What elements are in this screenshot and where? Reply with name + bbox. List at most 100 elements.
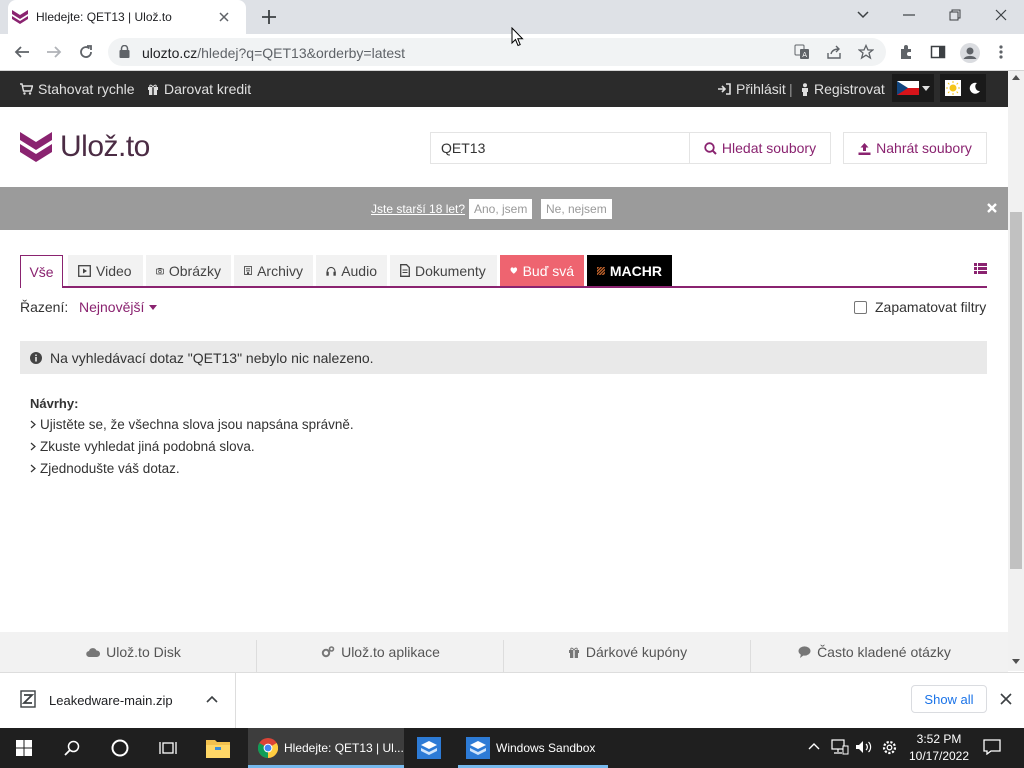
- taskbar-search-icon[interactable]: [48, 728, 96, 768]
- tab-archives[interactable]: Archivy: [234, 255, 313, 286]
- footer-link-coupons[interactable]: Dárkové kupóny: [504, 632, 751, 672]
- chevron-right-icon: [30, 420, 36, 429]
- age-yes-button[interactable]: Ano, jsem: [469, 199, 533, 219]
- topbar-separator: |: [789, 81, 793, 97]
- windows-start-icon[interactable]: [0, 728, 48, 768]
- chevron-right-icon: [30, 442, 36, 451]
- fast-download-link[interactable]: Stahovat rychle: [20, 81, 135, 97]
- remember-filters-checkbox[interactable]: [854, 300, 867, 314]
- user-icon: [802, 82, 808, 96]
- sort-value: Nejnovější: [79, 299, 145, 315]
- tab-archives-label: Archivy: [257, 262, 303, 279]
- translate-icon[interactable]: A: [794, 44, 810, 60]
- tab-search-chevron-icon[interactable]: [840, 0, 886, 30]
- tab-audio[interactable]: Audio: [316, 255, 387, 286]
- network-icon[interactable]: [831, 739, 849, 755]
- sort-label: Řazení:: [20, 299, 69, 315]
- url-text[interactable]: ulozto.cz/hledej?q=QET13&orderby=latest: [142, 45, 405, 61]
- task-view-icon[interactable]: [144, 728, 192, 768]
- ulozto-logo[interactable]: Ulož.to: [20, 130, 150, 164]
- suggestion-item: Zkuste vyhledat jiná podobná slova.: [30, 439, 255, 454]
- taskbar-sandbox-window[interactable]: Windows Sandbox: [458, 728, 608, 768]
- tab-machr[interactable]: MACHR: [587, 255, 672, 286]
- notifications-icon[interactable]: [983, 739, 1001, 755]
- upload-button-label: Nahrát soubory: [876, 140, 972, 156]
- video-icon: [78, 264, 91, 277]
- footer-link-faq[interactable]: Často kladené otázky: [751, 632, 998, 672]
- tab-documents-label: Dokumenty: [415, 262, 486, 279]
- tab-images[interactable]: Obrázky: [146, 255, 231, 286]
- forward-icon[interactable]: [44, 42, 64, 62]
- tray-chevron-up-icon[interactable]: [808, 742, 820, 750]
- tab-bud-sva[interactable]: Buď svá: [500, 255, 584, 286]
- show-all-label: Show all: [924, 691, 974, 707]
- donate-credit-link[interactable]: Darovat kredit: [147, 81, 251, 97]
- download-options-chevron-icon[interactable]: [206, 695, 218, 703]
- back-icon[interactable]: [12, 42, 32, 62]
- caret-down-icon: [149, 304, 158, 310]
- sign-in-icon: [718, 83, 731, 95]
- extensions-icon[interactable]: [898, 44, 914, 60]
- tab-bud-sva-label: Buď svá: [522, 262, 574, 279]
- cart-icon: [20, 83, 33, 95]
- machr-logo-icon: [597, 266, 605, 275]
- cortana-icon[interactable]: [96, 728, 144, 768]
- tab-close-icon[interactable]: [216, 9, 232, 25]
- upload-button[interactable]: Nahrát soubory: [843, 132, 987, 164]
- ulozto-logo-mark-icon: [20, 132, 52, 162]
- reload-icon[interactable]: [76, 42, 96, 62]
- new-tab-icon[interactable]: [260, 8, 278, 26]
- age-no-button[interactable]: Ne, nejsem: [541, 199, 612, 219]
- footer-link-disk[interactable]: Ulož.to Disk: [10, 632, 257, 672]
- scroll-down-arrow-icon[interactable]: [1012, 659, 1020, 664]
- czech-flag-icon: [896, 81, 919, 95]
- lock-icon[interactable]: [119, 45, 130, 58]
- show-all-button[interactable]: Show all: [911, 685, 987, 713]
- search-input[interactable]: QET13: [430, 132, 690, 164]
- file-explorer-icon[interactable]: [194, 728, 242, 768]
- fast-download-label: Stahovat rychle: [38, 81, 135, 97]
- register-link[interactable]: Registrovat: [801, 81, 885, 97]
- sandbox-pinned-icon[interactable]: [405, 728, 453, 768]
- clock-time: 3:52 PM: [916, 732, 962, 746]
- tab-video[interactable]: Video: [68, 255, 143, 286]
- logo-text: Ulož.to: [60, 130, 150, 163]
- suggestion-text: Zkuste vyhledat jiná podobná slova.: [40, 439, 255, 454]
- bookmark-star-icon[interactable]: [858, 44, 874, 60]
- side-panel-icon[interactable]: [930, 44, 946, 60]
- language-selector[interactable]: [892, 74, 934, 102]
- clock-date: 10/17/2022: [908, 749, 970, 763]
- download-bar-close-icon[interactable]: [999, 692, 1013, 706]
- search-button-label: Hledat soubory: [721, 140, 817, 156]
- footer-link-apps[interactable]: Ulož.to aplikace: [257, 632, 504, 672]
- list-view-icon[interactable]: [974, 263, 987, 274]
- scroll-up-arrow-icon[interactable]: [1012, 75, 1020, 80]
- sort-dropdown[interactable]: Nejnovější: [79, 299, 158, 315]
- banner-close-icon[interactable]: [985, 201, 999, 215]
- cloud-icon: [86, 648, 101, 657]
- taskbar-chrome-window[interactable]: Hledejte: QET13 | Ul...: [248, 728, 404, 768]
- login-link[interactable]: Přihlásit: [718, 81, 786, 97]
- search-button[interactable]: Hledat soubory: [689, 132, 831, 164]
- restore-icon[interactable]: [932, 0, 978, 30]
- taskbar-clock[interactable]: 3:52 PM 10/17/2022: [904, 731, 974, 765]
- suggestion-text: Zjednodušte váš dotaz.: [40, 461, 180, 476]
- age-question[interactable]: Jste starší 18 let?: [371, 202, 465, 216]
- theme-toggle[interactable]: [940, 74, 986, 102]
- scrollbar-thumb[interactable]: [1010, 212, 1022, 569]
- share-icon[interactable]: [826, 44, 842, 60]
- cogs-icon: [321, 646, 335, 658]
- profile-avatar-icon[interactable]: [960, 43, 980, 63]
- tab-all[interactable]: Vše: [20, 255, 63, 288]
- settings-gear-icon[interactable]: [881, 739, 898, 756]
- ulozto-favicon-icon: [12, 10, 28, 24]
- volume-icon[interactable]: [855, 740, 873, 754]
- zip-file-icon: [20, 690, 36, 708]
- url-path: /hledej?q=QET13&orderby=latest: [197, 45, 406, 61]
- chrome-menu-icon[interactable]: [998, 44, 1004, 60]
- remember-filters[interactable]: Zapamatovat filtry: [854, 299, 986, 315]
- window-close-icon[interactable]: [978, 0, 1024, 30]
- tab-documents[interactable]: Dokumenty: [390, 255, 497, 286]
- document-icon: [400, 264, 410, 277]
- minimize-icon[interactable]: [886, 0, 932, 30]
